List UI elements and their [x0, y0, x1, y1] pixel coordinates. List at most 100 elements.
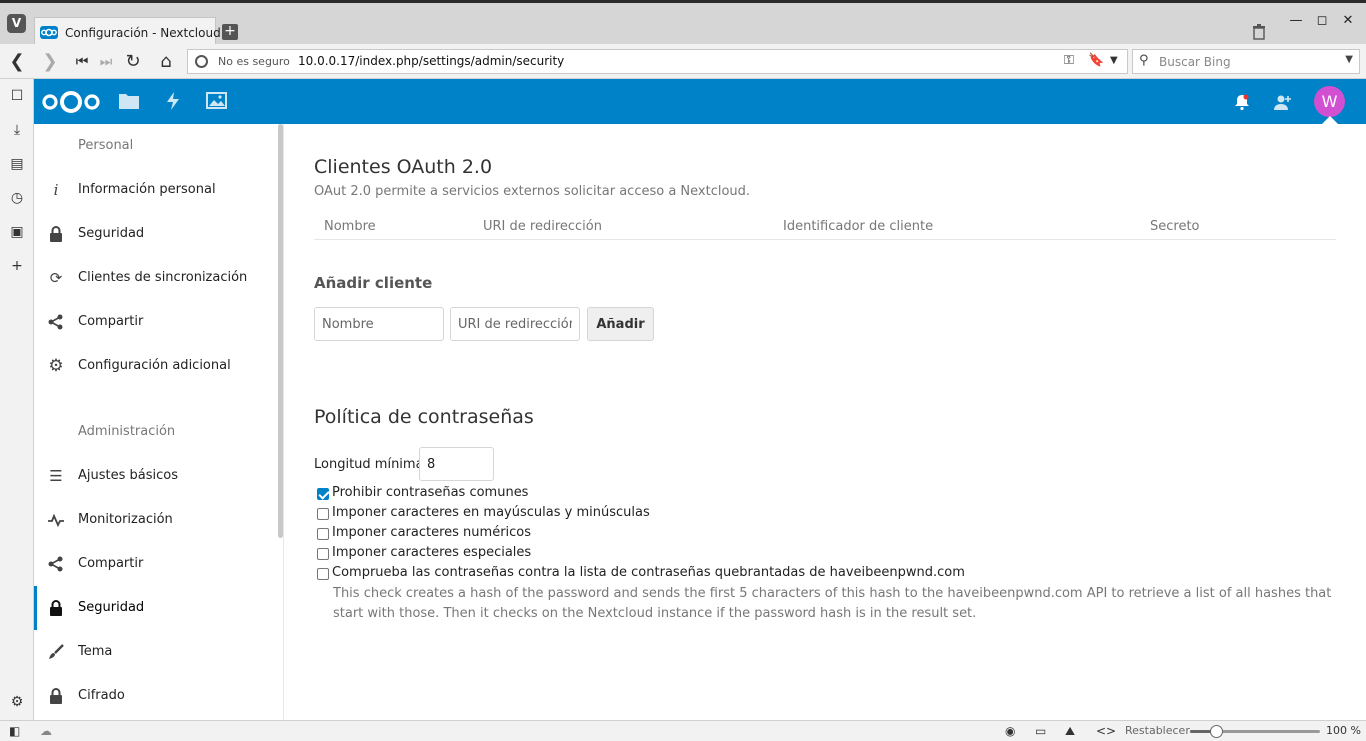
vivaldi-menu-icon[interactable]: V	[7, 14, 26, 33]
address-bar[interactable]: No es seguro 10.0.0.17/index.php/setting…	[187, 49, 1128, 74]
sidebar-item-personal-sharing[interactable]: Compartir	[34, 300, 278, 344]
page-actions-icon[interactable]: <>	[1096, 724, 1116, 738]
redirect-uri-input[interactable]	[450, 307, 580, 341]
key-icon[interactable]: ⚿	[1064, 53, 1074, 68]
gallery-app-icon[interactable]	[206, 91, 228, 111]
checkbox-special[interactable]	[317, 548, 329, 560]
oauth-section-title: Clientes OAuth 2.0	[314, 156, 493, 178]
sidebar-item-theming[interactable]: Tema	[34, 630, 278, 674]
browser-side-panel: ☐ ⤓ ▤ ◷ ▣ + ⚙	[0, 79, 34, 720]
checkbox-label: Imponer caracteres en mayúsculas y minús…	[332, 505, 650, 520]
menu-caret	[1322, 116, 1338, 124]
trash-icon[interactable]	[1252, 24, 1266, 40]
notes-panel-icon[interactable]: ▤	[8, 155, 26, 173]
forward-button[interactable]: ❯	[39, 51, 61, 73]
column-header-secret: Secreto	[1150, 219, 1200, 234]
zoom-slider-thumb[interactable]	[1210, 725, 1223, 738]
password-policy-title: Política de contraseñas	[314, 406, 534, 428]
insecure-label: No es seguro	[218, 55, 290, 68]
checkbox-common-passwords[interactable]	[317, 488, 329, 500]
zoom-level: 100 %	[1326, 724, 1361, 737]
sidebar-scrollbar[interactable]	[278, 124, 283, 538]
sidebar-item-encryption[interactable]: Cifrado	[34, 674, 278, 718]
sidebar-item-personal-security[interactable]: Seguridad	[34, 212, 278, 256]
search-placeholder: Buscar Bing	[1159, 55, 1231, 69]
contacts-icon[interactable]	[1272, 92, 1292, 112]
browser-titlebar: V Configuración - Nextcloud + — ◻ ✕	[0, 0, 1366, 47]
table-divider	[314, 239, 1336, 240]
close-window-button[interactable]: ✕	[1339, 13, 1357, 28]
sidebar-item-label: Compartir	[78, 556, 144, 571]
minimize-button[interactable]: —	[1287, 13, 1305, 28]
client-name-input[interactable]	[314, 307, 444, 341]
sidebar-item-additional-settings[interactable]: ⚙ Configuración adicional	[34, 344, 278, 388]
capture-icon[interactable]: ◉	[1005, 724, 1015, 738]
cloud-sync-icon[interactable]: ☁	[40, 724, 52, 738]
site-info-icon[interactable]	[195, 55, 208, 68]
browser-tab[interactable]: Configuración - Nextcloud	[34, 17, 221, 47]
sidebar-item-label: Clientes de sincronización	[78, 270, 248, 285]
search-box[interactable]: ⚲ Buscar Bing ▼	[1132, 49, 1360, 74]
settings-gear-icon[interactable]: ⚙	[8, 693, 26, 711]
sidebar-item-basic-settings[interactable]: ☰ Ajustes básicos	[34, 454, 278, 498]
checkbox-label: Imponer caracteres especiales	[332, 545, 532, 560]
bookmarks-panel-icon[interactable]: ☐	[8, 87, 26, 105]
tile-icon[interactable]: ▭	[1035, 724, 1046, 738]
fast-forward-button[interactable]: ⏭	[95, 51, 117, 73]
sidebar-item-monitoring[interactable]: Monitorización	[34, 498, 278, 542]
add-client-button[interactable]: Añadir	[587, 307, 654, 341]
list-icon: ☰	[49, 467, 63, 485]
maximize-button[interactable]: ◻	[1313, 13, 1331, 28]
back-button[interactable]: ❮	[6, 51, 28, 73]
checkbox-hibp[interactable]	[317, 568, 329, 580]
downloads-panel-icon[interactable]: ⤓	[8, 121, 26, 139]
panel-toggle-icon[interactable]: ◧	[9, 724, 20, 738]
checkbox-label: Prohibir contraseñas comunes	[332, 485, 529, 500]
sidebar-item-sync-clients[interactable]: ⟳ Clientes de sincronización	[34, 256, 278, 300]
lock-icon	[50, 688, 62, 704]
bookmark-icon[interactable]: 🔖	[1088, 53, 1104, 68]
files-app-icon[interactable]	[118, 91, 140, 111]
column-header-name: Nombre	[324, 219, 376, 234]
rewind-button[interactable]: ⏮	[71, 51, 93, 73]
sidebar-item-label: Cifrado	[78, 688, 125, 703]
min-length-label: Longitud mínima	[314, 457, 424, 472]
sidebar-item-label: Ajustes básicos	[78, 468, 178, 483]
new-tab-button[interactable]: +	[222, 24, 238, 40]
chevron-down-icon[interactable]: ▼	[1110, 55, 1118, 66]
sidebar-item-label: Monitorización	[78, 512, 173, 527]
nextcloud-favicon-icon	[40, 26, 58, 39]
reload-button[interactable]: ↻	[122, 51, 144, 73]
activity-app-icon[interactable]	[162, 91, 184, 111]
sidebar-item-personal-info[interactable]: i Información personal	[34, 168, 278, 212]
checkbox-numeric[interactable]	[317, 528, 329, 540]
tab-title: Configuración - Nextcloud	[65, 26, 221, 40]
add-panel-icon[interactable]: +	[8, 257, 26, 275]
checkbox-label: Comprueba las contraseñas contra la list…	[332, 565, 965, 580]
sidebar-item-label: Seguridad	[78, 226, 145, 241]
user-avatar[interactable]: W	[1314, 86, 1345, 117]
hibp-description: This check creates a hash of the passwor…	[333, 586, 1332, 621]
home-button[interactable]: ⌂	[155, 51, 177, 73]
window-panel-icon[interactable]: ▣	[8, 223, 26, 241]
sidebar-item-admin-security[interactable]: Seguridad	[34, 586, 278, 630]
activity-icon	[48, 513, 64, 528]
checkbox-upper-lower[interactable]	[317, 508, 329, 520]
nextcloud-logo-icon[interactable]	[40, 88, 102, 116]
min-length-input[interactable]	[419, 447, 494, 481]
settings-content: Clientes OAuth 2.0 OAut 2.0 permite a se…	[284, 124, 1366, 720]
history-panel-icon[interactable]: ◷	[8, 189, 26, 207]
sidebar-item-label: Compartir	[78, 314, 144, 329]
images-icon[interactable]: ⛰	[1065, 724, 1075, 739]
share-icon	[48, 556, 63, 572]
sidebar-item-label: Tema	[78, 644, 113, 659]
zoom-reset-button[interactable]: Restablecer	[1125, 724, 1190, 737]
url-text[interactable]: 10.0.0.17/index.php/settings/admin/secur…	[298, 54, 564, 68]
zoom-slider[interactable]	[1190, 725, 1320, 738]
chevron-down-icon[interactable]: ▼	[1345, 54, 1353, 65]
sidebar-item-label: Seguridad	[78, 600, 145, 615]
lock-icon	[50, 226, 62, 242]
notifications-bell-icon[interactable]	[1232, 92, 1252, 112]
sidebar-item-admin-sharing[interactable]: Compartir	[34, 542, 278, 586]
share-icon	[48, 314, 63, 330]
